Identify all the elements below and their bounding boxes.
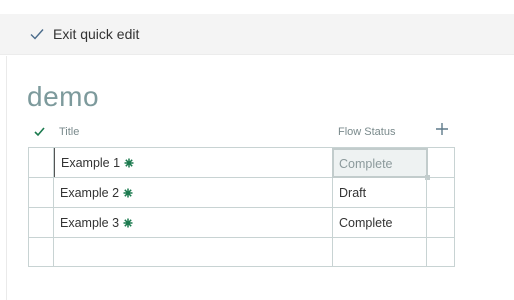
flow-status-cell-selected[interactable]: Complete [332,148,428,178]
column-header-flow-status[interactable]: Flow Status [338,126,395,138]
title-cell[interactable]: Example 3 [54,208,333,237]
select-all-checkmark-icon[interactable] [34,124,45,142]
row-selector[interactable] [29,178,54,207]
new-item-icon [124,157,134,171]
page-title: demo [27,81,100,112]
exit-quick-edit-label: Exit quick edit [53,26,140,42]
table-row: Example 3 Complete [29,208,454,238]
status-text: Complete [339,157,393,171]
row-selector[interactable] [29,238,54,267]
add-column-plus-icon[interactable] [434,121,450,137]
row-selector[interactable] [29,148,54,177]
flow-status-cell-empty[interactable] [333,238,427,267]
extra-cell[interactable] [427,208,454,237]
exit-quick-edit-button[interactable]: Exit quick edit [30,23,139,45]
flow-status-cell[interactable]: Draft [333,178,427,207]
title-text: Example 2 [60,186,120,200]
row-selector[interactable] [29,208,54,237]
extra-cell[interactable] [427,148,454,177]
extra-cell[interactable] [427,178,454,207]
new-item-icon [123,187,133,201]
new-item-icon [123,217,133,231]
table-row: Example 1 Complete [29,148,454,180]
quick-edit-grid: Example 1 Complete Example 2 Draft Examp… [28,147,455,267]
table-row: Example 2 Draft [29,178,454,208]
title-text: Example 1 [61,156,121,170]
title-cell[interactable]: Example 2 [54,178,333,207]
status-text: Draft [339,186,367,200]
top-band [0,0,514,14]
status-text: Complete [339,216,393,230]
title-cell-empty[interactable] [54,238,333,267]
checkmark-icon [30,28,44,40]
title-cell[interactable]: Example 1 [54,148,333,177]
column-header-title[interactable]: Title [59,126,79,138]
flow-status-cell[interactable]: Complete [333,208,427,237]
extra-cell[interactable] [427,238,454,267]
left-divider [6,56,7,300]
title-text: Example 3 [60,216,120,230]
command-bar: Exit quick edit [0,14,514,55]
table-row-new [29,238,454,268]
